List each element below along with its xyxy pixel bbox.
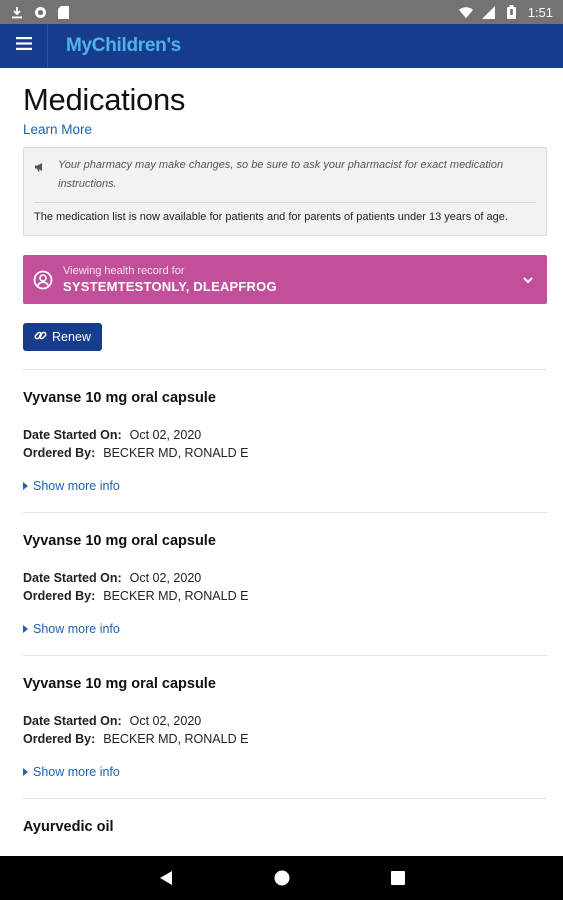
- link-icon: [34, 329, 47, 345]
- sd-card-icon: [56, 5, 70, 19]
- patient-name: SYSTEMTESTONLY, DLEAPFROG: [63, 279, 277, 294]
- medication-item: Vyvanse 10 mg oral capsule Date Started …: [23, 369, 547, 512]
- renew-label: Renew: [52, 330, 91, 344]
- chevron-down-icon[interactable]: [521, 273, 535, 287]
- sync-icon: [33, 5, 47, 19]
- caret-right-icon: [23, 768, 28, 776]
- date-started-label: Date Started On:: [23, 714, 122, 728]
- medication-item: Vyvanse 10 mg oral capsule Date Started …: [23, 655, 547, 798]
- app-bar: MyChildren's: [0, 24, 563, 68]
- pharmacy-notice: Your pharmacy may make changes, so be su…: [23, 147, 547, 236]
- patient-info: Viewing health record for SYSTEMTESTONLY…: [63, 265, 521, 294]
- medication-name: Ayurvedic oil: [23, 819, 114, 835]
- menu-button[interactable]: [0, 24, 48, 68]
- notice-plain-text: The medication list is now available for…: [34, 211, 508, 223]
- medication-list: Vyvanse 10 mg oral capsule Date Started …: [23, 369, 547, 835]
- date-started-label: Date Started On:: [23, 428, 122, 442]
- date-started-label: Date Started On:: [23, 571, 122, 585]
- back-icon[interactable]: [156, 868, 176, 888]
- caret-right-icon: [23, 482, 28, 490]
- show-more-info-link[interactable]: Show more info: [23, 622, 547, 636]
- app-logo: MyChildren's: [66, 35, 181, 56]
- download-icon: [10, 5, 24, 19]
- megaphone-icon: [34, 159, 48, 177]
- clock: 1:51: [527, 4, 553, 20]
- ordered-by-label: Ordered By:: [23, 446, 96, 460]
- caret-right-icon: [23, 625, 28, 633]
- system-nav-bar: [0, 856, 563, 900]
- show-more-info-link[interactable]: Show more info: [23, 479, 547, 493]
- date-started-value: Oct 02, 2020: [129, 714, 202, 728]
- notice-italic-text: Your pharmacy may make changes, so be su…: [58, 159, 504, 190]
- patient-label: Viewing health record for: [63, 265, 185, 277]
- ordered-by-label: Ordered By:: [23, 589, 96, 603]
- wifi-icon: [458, 5, 473, 19]
- battery-icon: [505, 5, 519, 19]
- page-title: Medications: [23, 82, 186, 117]
- show-more-info-link[interactable]: Show more info: [23, 765, 547, 779]
- status-bar: 1:51: [0, 0, 563, 24]
- learn-more-link[interactable]: Learn More: [23, 122, 92, 137]
- ordered-by-label: Ordered By:: [23, 732, 96, 746]
- date-started-value: Oct 02, 2020: [129, 571, 202, 585]
- main-content[interactable]: Medications Learn More Your pharmacy may…: [0, 68, 563, 856]
- medication-item: Vyvanse 10 mg oral capsule Date Started …: [23, 512, 547, 655]
- recents-icon[interactable]: [388, 868, 408, 888]
- user-circle-icon: [33, 270, 53, 290]
- ordered-by-value: BECKER MD, RONALD E: [103, 446, 249, 460]
- date-started-value: Oct 02, 2020: [129, 428, 202, 442]
- hamburger-icon: [15, 37, 32, 55]
- home-icon[interactable]: [272, 868, 292, 888]
- patient-selector[interactable]: Viewing health record for SYSTEMTESTONLY…: [23, 255, 547, 304]
- medication-name: Vyvanse 10 mg oral capsule: [23, 533, 216, 549]
- ordered-by-value: BECKER MD, RONALD E: [103, 732, 249, 746]
- medication-item: Ayurvedic oil: [23, 798, 547, 835]
- renew-button[interactable]: Renew: [23, 323, 102, 351]
- medication-name: Vyvanse 10 mg oral capsule: [23, 390, 216, 406]
- ordered-by-value: BECKER MD, RONALD E: [103, 589, 249, 603]
- medication-name: Vyvanse 10 mg oral capsule: [23, 676, 216, 692]
- signal-icon: [482, 5, 496, 19]
